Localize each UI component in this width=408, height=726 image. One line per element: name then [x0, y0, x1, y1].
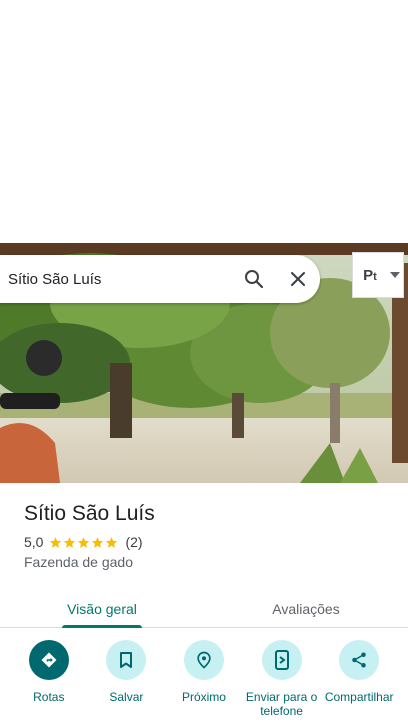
place-info: Sítio São Luís 5,0 (2) Fazenda de gado — [24, 500, 384, 570]
tab-reviews[interactable]: Avaliações — [204, 590, 408, 627]
layers-icon: Pt — [363, 266, 377, 284]
share-button[interactable]: Compartilhar — [322, 640, 396, 726]
star-icon — [78, 536, 90, 548]
layers-button[interactable]: Pt — [352, 252, 404, 298]
send-to-phone-icon — [261, 640, 302, 680]
review-count: (2) — [125, 534, 143, 550]
share-icon — [339, 640, 380, 680]
rating-row[interactable]: 5,0 (2) — [24, 534, 384, 550]
close-icon[interactable] — [276, 257, 320, 301]
chevron-down-icon — [387, 272, 403, 278]
directions-label: Rotas — [33, 690, 65, 704]
place-tabs: Visão geral Avaliações — [0, 590, 408, 628]
star-icon — [106, 536, 118, 548]
share-label: Compartilhar — [324, 690, 394, 704]
action-bar: Rotas Salvar Próximo Enviar para o telef… — [0, 640, 408, 726]
bookmark-icon — [106, 640, 147, 680]
star-icon — [64, 536, 76, 548]
star-icon — [92, 536, 104, 548]
map-blank-area — [0, 0, 408, 243]
directions-button[interactable]: Rotas — [12, 640, 86, 726]
place-title: Sítio São Luís — [24, 502, 155, 525]
send-to-phone-button[interactable]: Enviar para o telefone — [245, 640, 319, 726]
nearby-button[interactable]: Próximo — [167, 640, 241, 726]
save-button[interactable]: Salvar — [89, 640, 163, 726]
rating-stars — [49, 536, 119, 549]
place-category: Fazenda de gado — [24, 554, 133, 570]
search-input[interactable]: Sítio São Luís — [0, 271, 232, 288]
rating-value: 5,0 — [24, 534, 44, 550]
nearby-icon — [183, 640, 224, 680]
save-label: Salvar — [109, 690, 144, 704]
directions-icon — [28, 640, 69, 680]
send-to-phone-label: Enviar para o telefone — [245, 690, 318, 718]
search-bar[interactable]: Sítio São Luís — [0, 255, 320, 303]
tab-overview[interactable]: Visão geral — [0, 590, 204, 628]
nearby-label: Próximo — [181, 690, 226, 704]
search-icon[interactable] — [232, 257, 276, 301]
star-icon — [50, 536, 62, 548]
